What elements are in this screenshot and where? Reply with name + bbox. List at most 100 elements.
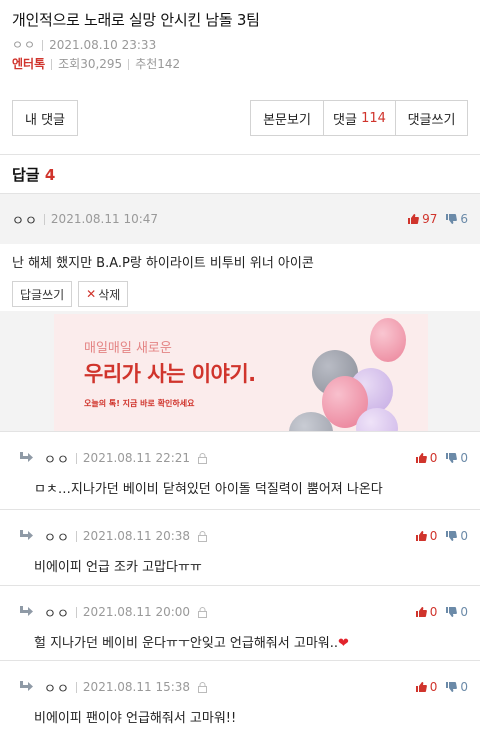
downvote-button[interactable]: 0	[445, 451, 468, 465]
reply-text: 비에이피 언급 조카 고맙다ㅠㅠ	[34, 560, 202, 575]
reply-date: 2021.08.11 20:00	[82, 605, 191, 619]
post-header: 개인적으로 노래로 실망 안시킨 남돌 3팀 ㅇㅇ 2021.08.10 23:…	[0, 0, 480, 84]
ad-line3: 오늘의 톡! 지금 바로 확인하세요	[84, 399, 195, 408]
upvote-count: 0	[429, 605, 438, 619]
lock-icon	[198, 606, 208, 618]
comment-date: 2021.08.11 10:47	[50, 212, 159, 226]
close-icon: ✕	[86, 287, 97, 301]
reply-item: ㅇㅇ 2021.08.11 20:38 0 0 비에이피 언급 조카 고맙다ㅠㅠ	[0, 509, 480, 585]
thumbs-down-icon	[446, 531, 458, 541]
replies-label: 답글	[12, 166, 40, 184]
post-recommend: 추천142	[135, 57, 181, 71]
divider	[51, 58, 53, 70]
reply-date: 2021.08.11 15:38	[82, 680, 191, 694]
reply-date: 2021.08.11 20:38	[82, 529, 191, 543]
reply-button[interactable]: 답글쓰기	[12, 281, 73, 307]
divider	[75, 606, 77, 618]
upvote-button[interactable]: 97	[407, 212, 437, 226]
section-divider	[0, 154, 480, 155]
post-views: 조회30,295	[58, 57, 123, 71]
downvote-count: 0	[460, 605, 468, 619]
downvote-button[interactable]: 0	[445, 529, 468, 543]
divider	[128, 58, 130, 70]
comment-text: 난 해체 했지만 B.A.P랑 하이라이트 비투비 위너 아이콘	[12, 256, 314, 271]
reply-votes: 0 0	[415, 529, 468, 543]
downvote-count: 0	[460, 451, 468, 465]
lock-icon	[198, 681, 208, 693]
upvote-count: 97	[422, 212, 438, 226]
downvote-count: 0	[460, 529, 468, 543]
comment-votes: 97 6	[407, 212, 468, 226]
divider	[42, 39, 44, 51]
upvote-count: 0	[429, 529, 438, 543]
comments-count: 114	[361, 110, 386, 126]
downvote-button[interactable]: 0	[445, 680, 468, 694]
thumbs-up-icon	[415, 453, 427, 463]
upvote-button[interactable]: 0	[415, 605, 438, 619]
main-comment-header: ㅇㅇ 2021.08.11 10:47 97 6	[0, 194, 480, 244]
post-category[interactable]: 엔터톡	[12, 57, 45, 71]
write-comment-button[interactable]: 댓글쓰기	[396, 100, 468, 136]
post-title: 개인적으로 노래로 실망 안시킨 남돌 3팀	[12, 11, 260, 29]
thumbs-down-icon	[446, 214, 458, 224]
ad-area: 매일매일 새로운 우리가 사는 이야기. 오늘의 톡! 지금 바로 확인하세요	[0, 311, 480, 431]
upvote-button[interactable]: 0	[415, 529, 438, 543]
replies-header: 답글 4	[12, 164, 55, 185]
reply-arrow-icon	[20, 530, 33, 540]
comment-toolbar: 내 댓글 본문보기 댓글 114 댓글쓰기	[12, 100, 468, 136]
divider	[75, 452, 77, 464]
downvote-button[interactable]: 0	[445, 605, 468, 619]
upvote-button[interactable]: 0	[415, 680, 438, 694]
post-meta: ㅇㅇ 2021.08.10 23:33	[12, 38, 468, 52]
reply-text-row: 헐 지나가던 베이비 운다ㅠㅜ안잊고 언급해줘서 고마워..❤	[0, 620, 480, 651]
replies-count: 4	[44, 166, 56, 184]
view-body-button[interactable]: 본문보기	[250, 100, 324, 136]
main-comment: ㅇㅇ 2021.08.11 10:47 97 6 난 해체 했지만 B.A.P랑…	[0, 193, 480, 311]
upvote-count: 0	[429, 451, 438, 465]
downvote-count: 6	[460, 212, 468, 226]
downvote-count: 0	[460, 680, 468, 694]
downvote-button[interactable]: 6	[445, 212, 468, 226]
reply-date: 2021.08.11 22:21	[82, 451, 191, 465]
reply-votes: 0 0	[415, 451, 468, 465]
thumbs-down-icon	[446, 453, 458, 463]
lock-icon	[198, 530, 208, 542]
thumbs-up-icon	[415, 607, 427, 617]
reply-text: ㅁㅊ…지나가던 베이비 닫혀있던 아이돌 덕질력이 뿜어져 나온다	[34, 482, 383, 497]
my-comments-button[interactable]: 내 댓글	[12, 100, 78, 136]
upvote-count: 0	[429, 680, 438, 694]
thumbs-up-icon	[415, 531, 427, 541]
delete-button[interactable]: ✕ 삭제	[78, 281, 129, 307]
button-group: 본문보기 댓글 114 댓글쓰기	[250, 100, 468, 136]
reply-votes: 0 0	[415, 605, 468, 619]
reply-text: 비에이피 팬이야 언급해줘서 고마워!!	[34, 711, 237, 726]
post-author: ㅇㅇ	[12, 38, 37, 52]
thumbs-down-icon	[446, 682, 458, 692]
reply-item: ㅇㅇ 2021.08.11 15:38 0 0 비에이피 팬이야 언급해줘서 고…	[0, 660, 480, 733]
reply-item: ㅇㅇ 2021.08.11 20:00 0 0 헐 지나가던 베이비 운다ㅠㅜ안…	[0, 585, 480, 660]
reply-arrow-icon	[20, 452, 33, 462]
ad-banner[interactable]: 매일매일 새로운 우리가 사는 이야기. 오늘의 톡! 지금 바로 확인하세요	[54, 314, 428, 431]
upvote-button[interactable]: 0	[415, 451, 438, 465]
ad-line1: 매일매일 새로운	[84, 341, 172, 356]
heart-icon: ❤	[338, 636, 349, 651]
comments-label: 댓글	[333, 112, 357, 128]
reply-nick: ㅇㅇ	[44, 606, 70, 622]
thumbs-down-icon	[446, 607, 458, 617]
divider	[75, 530, 77, 542]
reply-nick: ㅇㅇ	[44, 530, 70, 546]
thumbs-up-icon	[408, 214, 419, 224]
balloon-image	[370, 318, 406, 362]
comment-nick: ㅇㅇ	[12, 213, 38, 229]
divider	[75, 681, 77, 693]
reply-arrow-icon	[20, 681, 33, 691]
post-date: 2021.08.10 23:33	[49, 38, 157, 52]
comment-actions: 답글쓰기 ✕ 삭제	[0, 271, 480, 307]
reply-nick: ㅇㅇ	[44, 681, 70, 697]
comments-button[interactable]: 댓글 114	[324, 100, 396, 136]
thumbs-up-icon	[415, 682, 427, 692]
ad-line2: 우리가 사는 이야기.	[84, 362, 256, 386]
reply-nick: ㅇㅇ	[44, 452, 70, 468]
post-stats: 엔터톡 조회30,295 추천142	[12, 57, 468, 71]
reply-votes: 0 0	[415, 680, 468, 694]
